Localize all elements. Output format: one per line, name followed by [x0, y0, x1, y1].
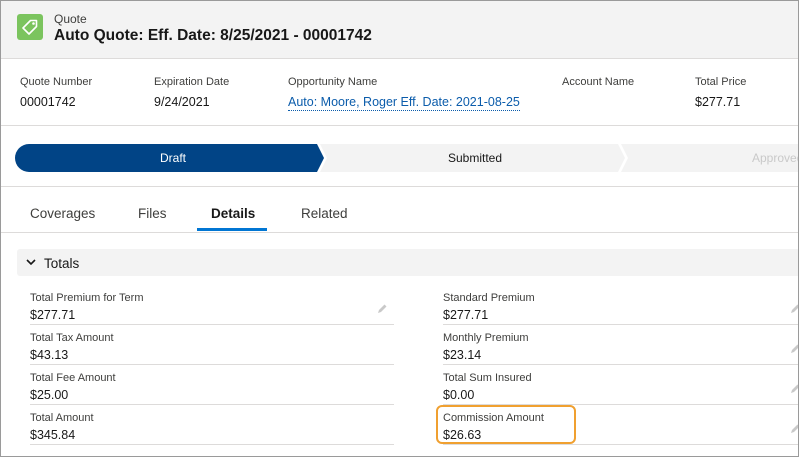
- field-value: $277.71: [443, 308, 489, 322]
- field-value: $43.13: [30, 348, 69, 362]
- object-type-label: Quote: [54, 12, 87, 26]
- edit-pencil-icon[interactable]: [789, 303, 799, 315]
- field-label: Monthly Premium: [443, 332, 529, 344]
- commission-highlight-box: [436, 405, 576, 444]
- field-total-premium-for-term: Total Premium for Term $277.71: [30, 285, 394, 325]
- path-stage-approved-label[interactable]: Approved: [752, 151, 798, 165]
- highlight-label: Expiration Date: [154, 76, 230, 88]
- highlight-label: Total Price: [695, 76, 747, 88]
- edit-pencil-icon[interactable]: [789, 343, 799, 355]
- field-label: Total Premium for Term: [30, 292, 144, 304]
- active-tab-indicator: [197, 228, 267, 231]
- chevron-down-icon: [26, 259, 36, 266]
- highlight-opportunity-name: Opportunity Name Auto: Moore, Roger Eff.…: [288, 76, 520, 111]
- field-label: Total Amount: [30, 412, 94, 424]
- record-header: Quote Auto Quote: Eff. Date: 8/25/2021 -…: [1, 1, 798, 59]
- field-value: $345.84: [30, 428, 76, 442]
- field-standard-premium: Standard Premium $277.71: [443, 285, 799, 325]
- tab-files[interactable]: Files: [138, 206, 167, 221]
- quote-tag-icon: [17, 14, 43, 40]
- field-value: $23.14: [443, 348, 482, 362]
- tab-bar: Coverages Files Details Related: [1, 188, 798, 233]
- field-monthly-premium: Monthly Premium $23.14: [443, 325, 799, 365]
- highlight-total-price: Total Price $277.71: [695, 76, 746, 109]
- highlight-value: 9/24/2021: [154, 95, 210, 109]
- highlight-expiration-date: Expiration Date 9/24/2021: [154, 76, 229, 109]
- edit-pencil-icon[interactable]: [376, 303, 388, 315]
- field-label: Total Fee Amount: [30, 372, 116, 384]
- highlight-value: $277.71: [695, 95, 741, 109]
- field-total-fee-amount: Total Fee Amount $25.00: [30, 365, 394, 405]
- tab-coverages[interactable]: Coverages: [30, 206, 95, 221]
- field-value: $0.00: [443, 388, 475, 402]
- field-label: Total Tax Amount: [30, 332, 114, 344]
- tabs-container: Coverages Files Details Related Totals T…: [1, 188, 799, 456]
- field-label: Standard Premium: [443, 292, 535, 304]
- highlight-label: Account Name: [562, 76, 635, 88]
- edit-pencil-icon[interactable]: [789, 423, 799, 435]
- field-total-sum-insured: Total Sum Insured $0.00: [443, 365, 799, 405]
- edit-pencil-icon[interactable]: [789, 383, 799, 395]
- highlight-label: Quote Number: [20, 76, 93, 88]
- totals-section-header[interactable]: Totals: [17, 249, 798, 276]
- opportunity-link[interactable]: Auto: Moore, Roger Eff. Date: 2021-08-25: [288, 95, 520, 111]
- field-label: Total Sum Insured: [443, 372, 532, 384]
- section-title: Totals: [44, 256, 80, 271]
- record-page: Quote Auto Quote: Eff. Date: 8/25/2021 -…: [0, 0, 799, 457]
- path-chevrons: [15, 144, 798, 172]
- stage-path: Draft Submitted Approved: [1, 127, 798, 187]
- highlight-label: Opportunity Name: [288, 76, 378, 88]
- tab-details[interactable]: Details: [211, 206, 255, 221]
- record-title: Auto Quote: Eff. Date: 8/25/2021 - 00001…: [54, 27, 372, 44]
- field-value: $25.00: [30, 388, 69, 402]
- field-total-tax-amount: Total Tax Amount $43.13: [30, 325, 394, 365]
- tab-related[interactable]: Related: [301, 206, 348, 221]
- highlight-quote-number: Quote Number 00001742: [20, 76, 92, 109]
- highlights-panel: Quote Number 00001742 Expiration Date 9/…: [1, 59, 798, 126]
- highlight-value: 00001742: [20, 95, 76, 109]
- path-stage-submitted-label[interactable]: Submitted: [448, 151, 502, 165]
- highlight-account-name: Account Name: [562, 76, 634, 95]
- field-total-amount: Total Amount $345.84: [30, 405, 394, 445]
- path-stage-draft-label[interactable]: Draft: [160, 151, 186, 165]
- field-value: $277.71: [30, 308, 76, 322]
